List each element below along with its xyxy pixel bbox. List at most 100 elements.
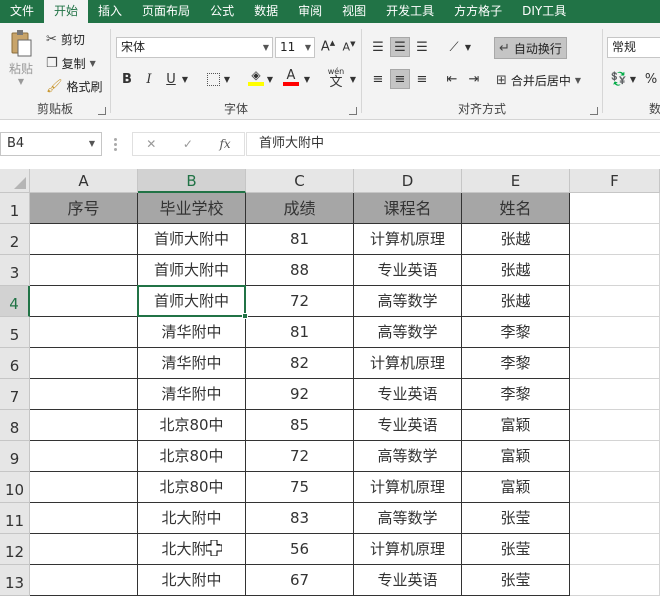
table-cell[interactable]: 李黎	[462, 379, 570, 410]
table-cell[interactable]: 北大附中	[138, 565, 246, 596]
align-left-button[interactable]: ≡	[368, 69, 388, 89]
table-header-cell[interactable]: 姓名	[462, 193, 570, 224]
table-header-cell[interactable]: 毕业学校	[138, 193, 246, 224]
increase-indent-button[interactable]: ⇥	[464, 69, 484, 89]
table-cell[interactable]	[30, 379, 138, 410]
table-cell[interactable]: 富颖	[462, 472, 570, 503]
clipboard-launcher-icon[interactable]	[98, 107, 106, 115]
row-header-11[interactable]: 11	[0, 503, 30, 534]
table-cell[interactable]: 张越	[462, 224, 570, 255]
row-header-8[interactable]: 8	[0, 410, 30, 441]
table-cell[interactable]: 北京80中	[138, 441, 246, 472]
row-header-7[interactable]: 7	[0, 379, 30, 410]
empty-cell[interactable]	[570, 410, 660, 441]
align-bottom-button[interactable]: ☰	[412, 37, 432, 57]
increase-font-size-button[interactable]: A▲	[318, 37, 338, 57]
tab-7[interactable]: 视图	[332, 0, 376, 23]
table-cell[interactable]	[30, 472, 138, 503]
table-cell[interactable]: 高等数学	[354, 503, 462, 534]
table-header-cell[interactable]: 课程名	[354, 193, 462, 224]
table-cell[interactable]: 富颖	[462, 441, 570, 472]
font-color-button[interactable]: A	[281, 67, 301, 87]
empty-cell[interactable]	[570, 348, 660, 379]
empty-cell[interactable]	[570, 379, 660, 410]
table-cell[interactable]: 83	[246, 503, 354, 534]
table-cell[interactable]: 清华附中	[138, 348, 246, 379]
column-header-d[interactable]: D	[354, 169, 462, 193]
row-header-3[interactable]: 3	[0, 255, 30, 286]
empty-cell[interactable]	[570, 534, 660, 565]
table-cell[interactable]: 专业英语	[354, 379, 462, 410]
font-name-select[interactable]: 宋体 ▼	[116, 37, 273, 58]
column-header-b[interactable]: B	[138, 169, 246, 193]
align-top-button[interactable]: ☰	[368, 37, 388, 57]
table-cell[interactable]	[30, 286, 138, 317]
row-header-10[interactable]: 10	[0, 472, 30, 503]
empty-cell[interactable]	[570, 224, 660, 255]
table-cell[interactable]: 北京80中	[138, 410, 246, 441]
row-header-4[interactable]: 4	[0, 286, 30, 317]
empty-cell[interactable]	[570, 441, 660, 472]
table-cell[interactable]: 清华附中	[138, 379, 246, 410]
table-cell[interactable]: 张莹	[462, 534, 570, 565]
table-cell[interactable]: 清华附中	[138, 317, 246, 348]
table-cell[interactable]: 李黎	[462, 348, 570, 379]
row-header-5[interactable]: 5	[0, 317, 30, 348]
table-cell[interactable]: 首师大附中	[138, 255, 246, 286]
align-center-button[interactable]: ≡	[390, 69, 410, 89]
table-cell[interactable]: 计算机原理	[354, 472, 462, 503]
table-cell[interactable]	[30, 534, 138, 565]
table-cell[interactable]: 北京80中	[138, 472, 246, 503]
table-cell[interactable]: 56	[246, 534, 354, 565]
accounting-dropdown-icon[interactable]: ▼	[627, 69, 639, 89]
bold-button[interactable]: B	[117, 69, 137, 89]
tab-10[interactable]: DIY工具	[512, 0, 576, 23]
table-cell[interactable]: 首师大附中	[138, 224, 246, 255]
font-size-select[interactable]: 11 ▼	[275, 37, 315, 58]
table-cell[interactable]: 计算机原理	[354, 534, 462, 565]
column-header-e[interactable]: E	[462, 169, 570, 193]
table-cell[interactable]: 张莹	[462, 565, 570, 596]
number-format-select[interactable]: 常规	[607, 37, 660, 58]
fill-color-button[interactable]: ◈	[246, 67, 266, 87]
table-cell[interactable]: 高等数学	[354, 286, 462, 317]
tab-4[interactable]: 公式	[200, 0, 244, 23]
table-cell[interactable]: 85	[246, 410, 354, 441]
row-header-2[interactable]: 2	[0, 224, 30, 255]
empty-cell[interactable]	[570, 193, 660, 224]
underline-button[interactable]: U	[161, 69, 181, 89]
cancel-icon[interactable]: ✕	[146, 137, 156, 151]
table-cell[interactable]	[30, 503, 138, 534]
table-header-cell[interactable]: 成绩	[246, 193, 354, 224]
table-cell[interactable]	[30, 565, 138, 596]
resize-handle[interactable]	[114, 136, 118, 152]
alignment-launcher-icon[interactable]	[590, 107, 598, 115]
table-cell[interactable]: 81	[246, 317, 354, 348]
table-cell[interactable]	[30, 255, 138, 286]
table-cell[interactable]: 计算机原理	[354, 348, 462, 379]
decrease-font-size-button[interactable]: A▼	[339, 37, 359, 57]
align-middle-button[interactable]: ☰	[390, 37, 410, 57]
table-cell[interactable]	[30, 317, 138, 348]
row-header-6[interactable]: 6	[0, 348, 30, 379]
row-header-13[interactable]: 13	[0, 565, 30, 596]
font-color-dropdown-icon[interactable]: ▼	[301, 69, 313, 89]
table-cell[interactable]: 82	[246, 348, 354, 379]
cut-button[interactable]: ✂ 剪切	[46, 31, 85, 48]
table-cell[interactable]: 75	[246, 472, 354, 503]
column-header-a[interactable]: A	[30, 169, 138, 193]
merge-center-button[interactable]: ⊞ 合并后居中 ▼	[496, 69, 581, 91]
table-cell[interactable]: 高等数学	[354, 441, 462, 472]
tab-8[interactable]: 开发工具	[376, 0, 444, 23]
table-cell[interactable]: 专业英语	[354, 565, 462, 596]
border-button[interactable]	[203, 69, 223, 89]
border-dropdown-icon[interactable]: ▼	[221, 69, 233, 89]
table-cell[interactable]: 88	[246, 255, 354, 286]
insert-function-icon[interactable]: fx	[219, 137, 230, 151]
copy-button[interactable]: ❐ 复制 ▼	[46, 55, 96, 72]
italic-button[interactable]: I	[139, 69, 159, 89]
accounting-format-button[interactable]: 💱	[609, 69, 629, 89]
table-cell[interactable]: 首师大附中	[138, 286, 246, 317]
row-header-9[interactable]: 9	[0, 441, 30, 472]
orientation-dropdown-icon[interactable]: ▼	[462, 37, 474, 57]
